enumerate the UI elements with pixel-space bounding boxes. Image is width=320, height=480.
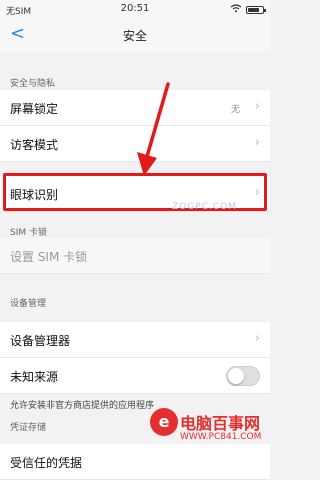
battery-icon (246, 6, 266, 14)
row-trusted-credentials-label: 受信任的凭据 (10, 456, 83, 470)
battery-level (248, 8, 259, 12)
pointer-arrow-icon (137, 82, 170, 176)
row-unknown-sources-label: 未知来源 (10, 370, 59, 384)
toggle-knob (228, 368, 244, 384)
watermark-ghost-text: ZOGPC.COM (172, 202, 237, 212)
brand-logo-icon: e (150, 408, 178, 436)
section-header-sim: SIM 卡锁 (10, 228, 47, 238)
row-unknown-sources[interactable]: 未知来源 (0, 358, 270, 394)
row-screen-lock-label: 屏幕锁定 (10, 102, 59, 116)
chevron-right-icon: › (254, 135, 260, 150)
status-icons (230, 4, 266, 16)
page-title: 安全 (122, 29, 147, 43)
row-device-manager[interactable]: 设备管理器 › (0, 322, 270, 358)
row-screen-lock-value: 无 (230, 105, 240, 115)
section-header-device: 设备管理 (10, 299, 47, 309)
chevron-right-icon: › (254, 99, 260, 114)
section-header-privacy: 安全与隐私 (10, 79, 56, 89)
row-guest-mode-label: 访客模式 (10, 138, 59, 152)
row-device-manager-label: 设备管理器 (10, 334, 71, 348)
brand-watermark: e 电脑百事网 WWW.PC841.COM (150, 404, 268, 452)
brand-name: 电脑百事网 (180, 414, 261, 433)
chevron-right-icon: › (254, 331, 260, 346)
row-sim-lock-label: 设置 SIM 卡锁 (10, 250, 88, 264)
section-header-credentials: 凭证存储 (10, 423, 47, 433)
brand-url: WWW.PC841.COM (180, 432, 262, 442)
row-sim-lock: 设置 SIM 卡锁 (0, 238, 270, 274)
unknown-sources-note: 允许安装非官方商店提供的应用程序 (10, 401, 155, 411)
navigation-bar: < 安全 (0, 18, 270, 52)
wifi-icon (230, 4, 242, 16)
status-bar: 无SIM 20:51 (0, 0, 270, 18)
unknown-sources-toggle[interactable] (226, 366, 260, 386)
